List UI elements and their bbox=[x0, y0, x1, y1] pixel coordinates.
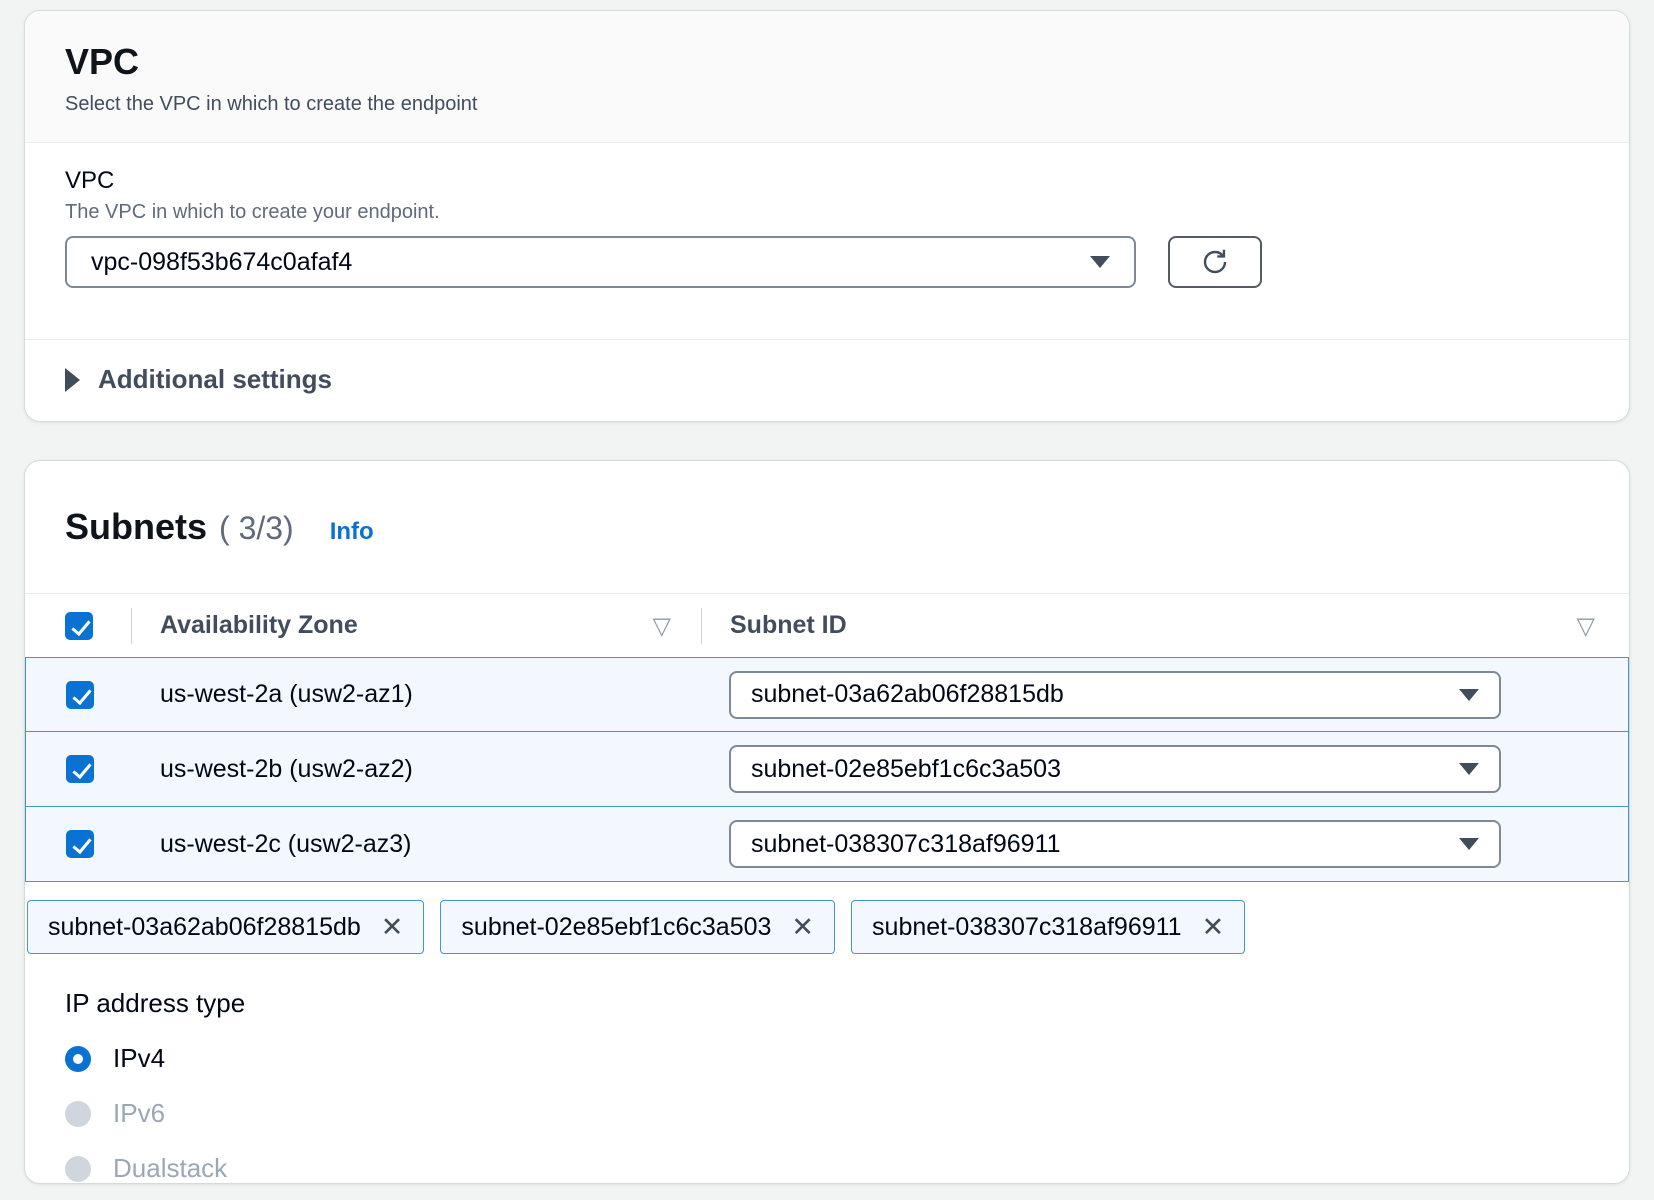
subnets-section: Subnets ( 3/3) Info Availability Zone ▽ … bbox=[24, 460, 1630, 1184]
ip-address-type-label: IP address type bbox=[65, 988, 1629, 1019]
vpc-controls-row: vpc-098f53b674c0afaf4 bbox=[65, 236, 1589, 288]
row-checkbox[interactable] bbox=[66, 830, 94, 858]
row-check-cell bbox=[26, 830, 132, 858]
dismiss-icon[interactable]: ✕ bbox=[1202, 914, 1225, 941]
subnets-title: Subnets bbox=[65, 461, 207, 593]
dismiss-icon[interactable]: ✕ bbox=[381, 914, 404, 941]
token-label: subnet-02e85ebf1c6c3a503 bbox=[461, 913, 771, 942]
subnet-select-value: subnet-02e85ebf1c6c3a503 bbox=[751, 755, 1061, 784]
subnets-count: ( 3/3) bbox=[219, 510, 294, 547]
radio-icon bbox=[65, 1046, 91, 1072]
subnet-token: subnet-038307c318af96911 ✕ bbox=[851, 900, 1245, 954]
table-row[interactable]: us-west-2a (usw2-az1) subnet-03a62ab06f2… bbox=[25, 657, 1629, 732]
row-checkbox[interactable] bbox=[66, 755, 94, 783]
vpc-select[interactable]: vpc-098f53b674c0afaf4 bbox=[65, 236, 1136, 288]
column-header-label: Availability Zone bbox=[160, 611, 358, 640]
table-body: us-west-2a (usw2-az1) subnet-03a62ab06f2… bbox=[25, 657, 1629, 882]
subnet-select[interactable]: subnet-02e85ebf1c6c3a503 bbox=[729, 745, 1501, 793]
chevron-down-icon bbox=[1459, 838, 1479, 850]
vpc-select-value: vpc-098f53b674c0afaf4 bbox=[91, 248, 352, 277]
row-subnet-cell: subnet-03a62ab06f28815db bbox=[701, 671, 1628, 719]
select-all-checkbox[interactable] bbox=[65, 612, 93, 640]
column-header-availability-zone[interactable]: Availability Zone ▽ bbox=[132, 611, 701, 640]
chevron-down-icon bbox=[1459, 689, 1479, 701]
vpc-section: VPC Select the VPC in which to create th… bbox=[24, 10, 1630, 422]
availability-zone-value: us-west-2b (usw2-az2) bbox=[160, 755, 413, 784]
row-check-cell bbox=[26, 755, 132, 783]
vpc-section-body: VPC The VPC in which to create your endp… bbox=[25, 143, 1629, 288]
vpc-section-title: VPC bbox=[65, 41, 1589, 83]
column-header-label: Subnet ID bbox=[730, 611, 847, 640]
vpc-field-label: VPC bbox=[65, 167, 1589, 195]
row-az-cell: us-west-2b (usw2-az2) bbox=[132, 755, 701, 784]
radio-option-ipv4[interactable]: IPv4 bbox=[65, 1043, 165, 1074]
radio-label: Dualstack bbox=[113, 1153, 227, 1184]
page: VPC Select the VPC in which to create th… bbox=[0, 0, 1654, 1200]
dismiss-icon[interactable]: ✕ bbox=[791, 914, 814, 941]
selected-subnet-tokens: subnet-03a62ab06f28815db ✕ subnet-02e85e… bbox=[27, 900, 1629, 954]
availability-zone-value: us-west-2c (usw2-az3) bbox=[160, 830, 411, 859]
column-header-subnet-id[interactable]: Subnet ID ▽ bbox=[702, 611, 1629, 640]
token-label: subnet-03a62ab06f28815db bbox=[48, 913, 361, 942]
radio-icon bbox=[65, 1156, 91, 1182]
subnet-token: subnet-02e85ebf1c6c3a503 ✕ bbox=[440, 900, 835, 954]
table-row[interactable]: us-west-2c (usw2-az3) subnet-038307c318a… bbox=[25, 807, 1629, 882]
radio-label: IPv4 bbox=[113, 1043, 165, 1074]
info-link[interactable]: Info bbox=[330, 518, 374, 546]
additional-settings-label: Additional settings bbox=[98, 364, 332, 395]
row-az-cell: us-west-2c (usw2-az3) bbox=[132, 830, 701, 859]
radio-option-ipv6[interactable]: IPv6 bbox=[65, 1098, 165, 1129]
row-az-cell: us-west-2a (usw2-az1) bbox=[132, 680, 701, 709]
ip-address-type-group: IP address type IPv4 IPv6 Dualstack bbox=[65, 988, 1629, 1184]
vpc-field-description: The VPC in which to create your endpoint… bbox=[65, 201, 1589, 224]
radio-option-dualstack[interactable]: Dualstack bbox=[65, 1153, 227, 1184]
radio-label: IPv6 bbox=[113, 1098, 165, 1129]
radio-icon bbox=[65, 1101, 91, 1127]
subnet-token: subnet-03a62ab06f28815db ✕ bbox=[27, 900, 424, 954]
table-header-row: Availability Zone ▽ Subnet ID ▽ bbox=[25, 593, 1629, 657]
row-check-cell bbox=[26, 681, 132, 709]
subnet-select[interactable]: subnet-03a62ab06f28815db bbox=[729, 671, 1501, 719]
refresh-icon bbox=[1199, 246, 1231, 278]
subnets-section-header: Subnets ( 3/3) Info bbox=[25, 461, 1629, 593]
availability-zone-value: us-west-2a (usw2-az1) bbox=[160, 680, 413, 709]
caret-right-icon bbox=[65, 368, 80, 392]
chevron-down-icon bbox=[1090, 256, 1110, 268]
row-subnet-cell: subnet-02e85ebf1c6c3a503 bbox=[701, 745, 1628, 793]
token-label: subnet-038307c318af96911 bbox=[872, 913, 1182, 942]
additional-settings-expander[interactable]: Additional settings bbox=[25, 339, 1629, 419]
row-checkbox[interactable] bbox=[66, 681, 94, 709]
subnet-select-value: subnet-03a62ab06f28815db bbox=[751, 680, 1064, 709]
chevron-down-icon bbox=[1459, 763, 1479, 775]
sort-icon[interactable]: ▽ bbox=[1577, 614, 1595, 638]
table-row[interactable]: us-west-2b (usw2-az2) subnet-02e85ebf1c6… bbox=[25, 732, 1629, 807]
row-subnet-cell: subnet-038307c318af96911 bbox=[701, 820, 1628, 868]
refresh-button[interactable] bbox=[1168, 236, 1262, 288]
sort-icon[interactable]: ▽ bbox=[653, 614, 671, 638]
subnet-select[interactable]: subnet-038307c318af96911 bbox=[729, 820, 1501, 868]
vpc-section-subtitle: Select the VPC in which to create the en… bbox=[65, 93, 1589, 116]
select-all-cell bbox=[25, 612, 131, 640]
vpc-section-header: VPC Select the VPC in which to create th… bbox=[25, 11, 1629, 143]
subnet-select-value: subnet-038307c318af96911 bbox=[751, 830, 1061, 859]
